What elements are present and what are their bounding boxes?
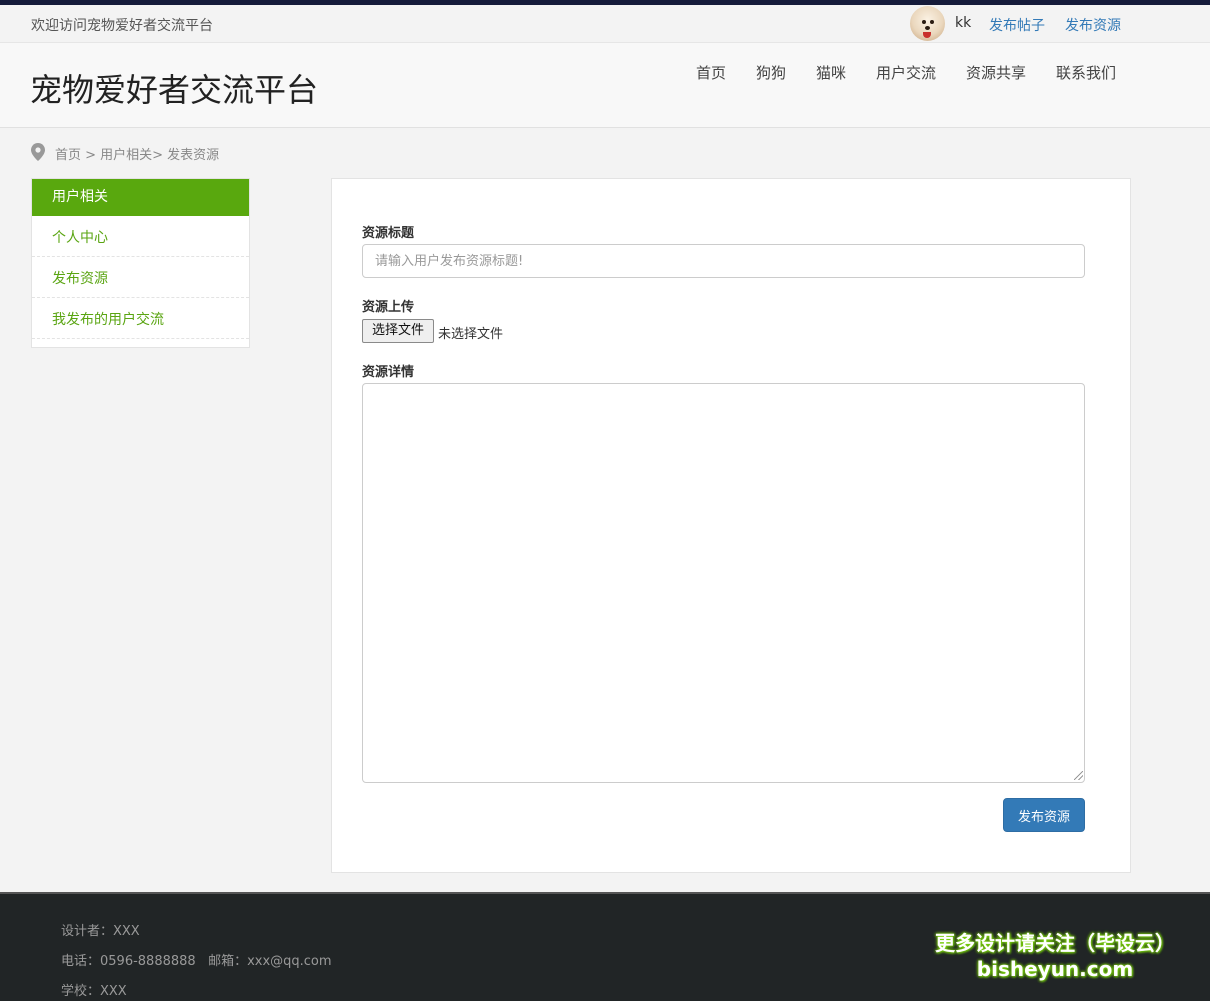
breadcrumb-text[interactable]: 首页 > 用户相关> 发表资源	[55, 144, 219, 163]
resource-title-input[interactable]	[362, 244, 1085, 278]
upload-label: 资源上传	[362, 300, 415, 315]
nav-contact-us[interactable]: 联系我们	[1056, 62, 1116, 83]
nav-cats[interactable]: 猫咪	[816, 62, 846, 83]
nav-resource-share[interactable]: 资源共享	[966, 62, 1026, 83]
footer: 设计者：XXX 电话：0596-8888888 邮箱：xxx@qq.com 学校…	[0, 892, 1210, 1001]
footer-school: 学校：XXX	[61, 984, 127, 999]
sidebar-item-my-exchanges[interactable]: 我发布的用户交流	[32, 298, 249, 339]
detail-label: 资源详情	[362, 365, 415, 380]
nav-user-exchange[interactable]: 用户交流	[876, 62, 936, 83]
resource-detail-textarea[interactable]	[362, 383, 1085, 783]
watermark-line-2: bisheyun.com	[976, 957, 1134, 981]
file-status-text: 未选择文件	[438, 327, 504, 342]
username[interactable]: kk	[955, 15, 971, 31]
publish-resource-button[interactable]: 发布资源	[1003, 798, 1085, 832]
post-topic-link[interactable]: 发布帖子	[989, 15, 1045, 35]
post-resource-link[interactable]: 发布资源	[1065, 15, 1121, 35]
publish-resource-form: 资源标题 资源上传 选择文件 未选择文件 资源详情 发布资源	[331, 178, 1131, 873]
site-title[interactable]: 宠物爱好者交流平台	[30, 65, 318, 111]
choose-file-button[interactable]: 选择文件	[362, 319, 434, 343]
sidebar: 用户相关 个人中心 发布资源 我发布的用户交流	[31, 178, 250, 348]
sidebar-item-publish-resource[interactable]: 发布资源	[32, 257, 249, 298]
nav-dogs[interactable]: 狗狗	[756, 62, 786, 83]
watermark: 更多设计请关注（毕设云） bisheyun.com	[925, 930, 1185, 982]
sidebar-item-profile[interactable]: 个人中心	[32, 216, 249, 257]
nav-home[interactable]: 首页	[696, 62, 726, 83]
resize-handle-icon[interactable]	[1074, 771, 1083, 780]
title-label: 资源标题	[362, 226, 415, 241]
watermark-line-1: 更多设计请关注（毕设云）	[935, 931, 1175, 955]
sidebar-heading: 用户相关	[32, 179, 249, 216]
welcome-text: 欢迎访问宠物爱好者交流平台	[31, 18, 213, 34]
footer-contact: 电话：0596-8888888 邮箱：xxx@qq.com	[61, 954, 332, 969]
location-pin-icon	[31, 143, 45, 161]
user-avatar[interactable]	[910, 6, 945, 41]
footer-designer: 设计者：XXX	[61, 924, 140, 939]
site-header: 宠物爱好者交流平台 首页 狗狗 猫咪 用户交流 资源共享 联系我们	[0, 43, 1210, 128]
top-bar: 欢迎访问宠物爱好者交流平台 kk 发布帖子 发布资源	[0, 5, 1210, 43]
